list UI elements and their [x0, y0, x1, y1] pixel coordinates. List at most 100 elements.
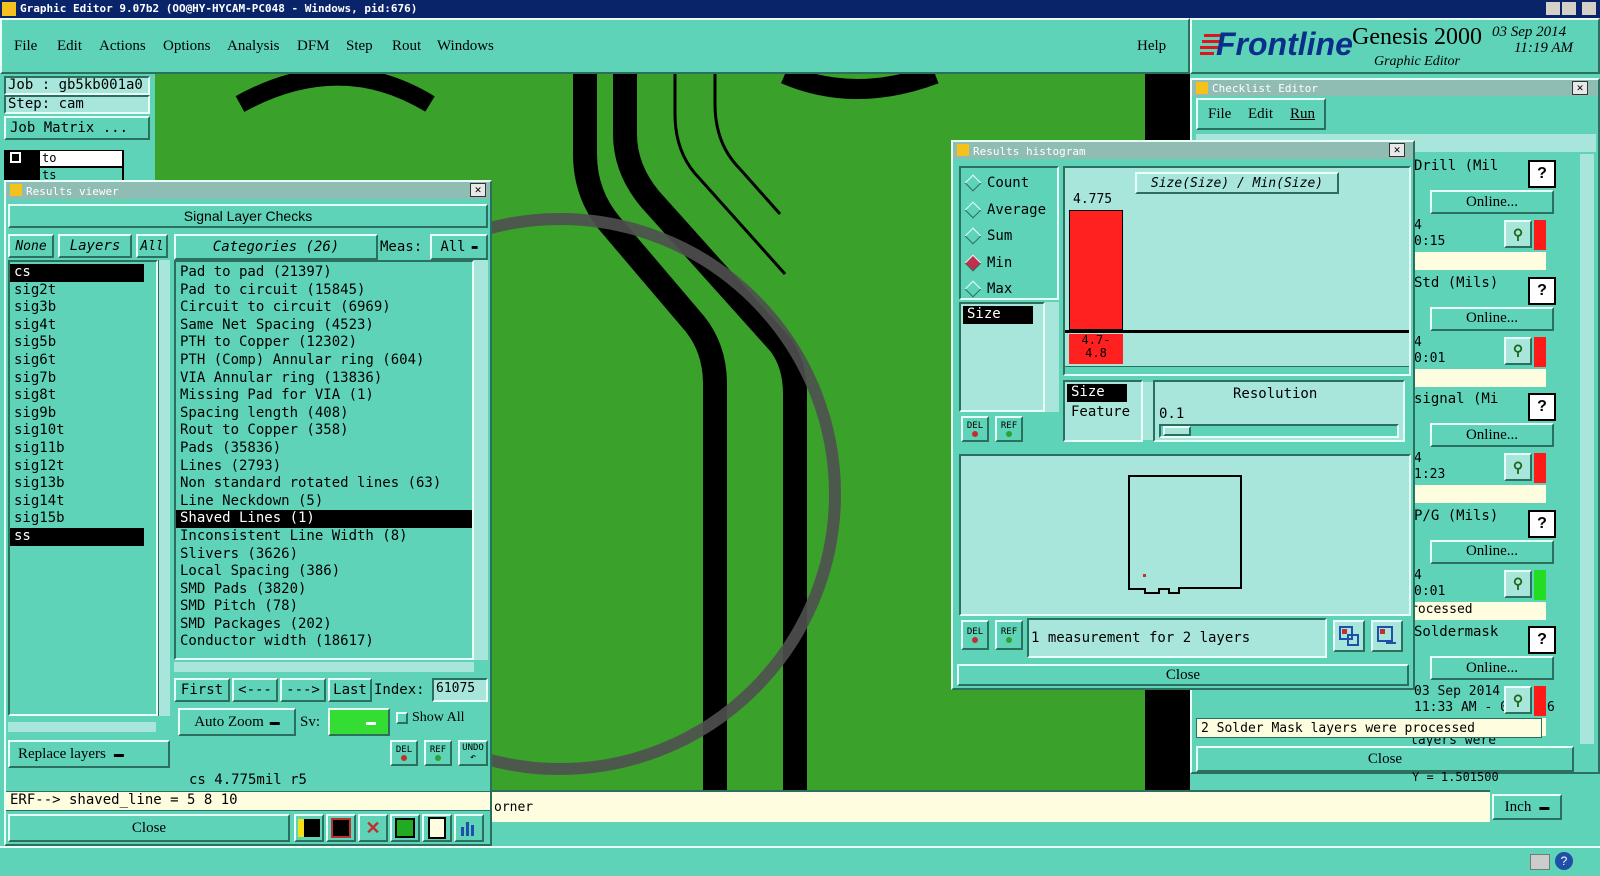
layer-item[interactable]: sig6t [10, 352, 144, 370]
category-item[interactable]: Inconsistent Line Width (8) [176, 528, 472, 546]
auto-zoom-dropdown[interactable]: Auto Zoom ▬ [178, 708, 296, 736]
layer-item[interactable]: sig13b [10, 475, 144, 493]
slider-thumb[interactable] [1163, 426, 1191, 436]
layer-checkbox[interactable] [10, 152, 21, 163]
checklist-close-icon[interactable]: ✕ [1572, 81, 1588, 95]
menu-windows[interactable]: Windows [437, 20, 494, 72]
zoom-in-icon[interactable]: ⚲ [1504, 686, 1532, 715]
checklist-help-button[interactable]: ? [1528, 626, 1556, 655]
category-item[interactable]: Rout to Copper (358) [176, 422, 472, 440]
report-icon[interactable] [422, 814, 452, 842]
meas-dropdown[interactable]: All ▬ [430, 234, 488, 260]
checklist-help-button[interactable]: ? [1528, 276, 1556, 305]
layer-item[interactable]: sig4t [10, 317, 144, 335]
checklist-online-button[interactable]: Online... [1430, 539, 1554, 564]
categories-hscroll[interactable] [174, 662, 474, 672]
category-item[interactable]: SMD Packages (202) [176, 616, 472, 634]
chart-icon[interactable] [454, 814, 484, 842]
checklist-help-button[interactable]: ? [1528, 393, 1556, 422]
layer-item[interactable]: sig9b [10, 405, 144, 423]
category-item[interactable]: Local Spacing (386) [176, 563, 472, 581]
menu-analysis[interactable]: Analysis [227, 20, 280, 72]
layers-list-hscroll[interactable] [8, 722, 156, 732]
preview-del-button[interactable]: DEL [961, 620, 989, 650]
checklist-scrollbar[interactable] [1580, 154, 1594, 744]
layer-item[interactable]: sig3b [10, 299, 144, 317]
category-item[interactable]: Non standard rotated lines (63) [176, 475, 472, 493]
menu-help[interactable]: Help [1137, 20, 1166, 72]
close-window-button[interactable] [1582, 2, 1596, 15]
histogram-close-icon[interactable]: ✕ [1389, 143, 1405, 157]
category-item[interactable]: SMD Pads (3820) [176, 581, 472, 599]
viewer-close-icon[interactable]: ✕ [470, 183, 486, 197]
job-matrix-button[interactable]: Job Matrix ... [4, 116, 150, 140]
category-item[interactable]: PTH to Copper (12302) [176, 334, 472, 352]
fix-icon[interactable] [390, 814, 420, 842]
viewer-ref-button[interactable]: REF [424, 740, 452, 766]
checklist-online-button[interactable]: Online... [1430, 190, 1554, 214]
layer-item[interactable]: ss [10, 527, 144, 546]
layers-title-button[interactable]: Layers [58, 234, 132, 258]
index-input[interactable]: 61075 [432, 678, 488, 702]
menu-actions[interactable]: Actions [99, 20, 146, 72]
resolution-slider[interactable] [1159, 424, 1399, 438]
category-item[interactable]: Slivers (3626) [176, 546, 472, 564]
viewer-del-button[interactable]: DEL [390, 740, 418, 766]
category-item[interactable]: Pad to circuit (15845) [176, 282, 472, 300]
checklist-online-button[interactable]: Online... [1430, 423, 1554, 448]
menu-options[interactable]: Options [163, 20, 211, 72]
layer-item[interactable]: cs [10, 264, 144, 282]
zoom-feature-icon[interactable] [1333, 620, 1365, 652]
layer-item[interactable]: sig11b [10, 440, 144, 458]
zoom-in-icon[interactable]: ⚲ [1504, 336, 1532, 365]
layer-item[interactable]: sig7b [10, 370, 144, 388]
maximize-button[interactable] [1562, 2, 1576, 15]
nav-prev-button[interactable]: <--- [232, 678, 278, 702]
checklist-help-button[interactable]: ? [1528, 160, 1556, 188]
zoom-in-icon[interactable]: ⚲ [1504, 220, 1532, 248]
layer-item[interactable]: sig12t [10, 458, 144, 476]
layer-item[interactable]: sig15b [10, 510, 144, 528]
sv-color-dropdown[interactable]: ▬ [328, 708, 390, 736]
layer-item[interactable]: sig2t [10, 282, 144, 300]
menu-file[interactable]: File [14, 20, 37, 72]
menu-dfm[interactable]: DFM [297, 20, 330, 72]
keyboard-icon[interactable] [1530, 854, 1550, 870]
preview-ref-button[interactable]: REF [995, 620, 1023, 650]
category-item[interactable]: SMD Pitch (78) [176, 598, 472, 616]
category-item[interactable]: PTH (Comp) Annular ring (604) [176, 352, 472, 370]
category-item[interactable]: Missing Pad for VIA (1) [176, 387, 472, 405]
category-item[interactable]: Lines (2793) [176, 458, 472, 476]
checklist-online-button[interactable]: Online... [1430, 656, 1554, 681]
category-item[interactable]: Conductor width (18617) [176, 633, 472, 651]
category-item[interactable]: Line Neckdown (5) [176, 493, 472, 511]
checklist-help-button[interactable]: ? [1528, 509, 1556, 538]
categories-vscroll[interactable] [474, 260, 488, 660]
measure-icon[interactable] [326, 814, 356, 842]
attr-list-scrollbar[interactable] [1045, 302, 1059, 412]
menu-edit[interactable]: Edit [57, 20, 82, 72]
category-item[interactable]: Same Net Spacing (4523) [176, 317, 472, 335]
viewer-close-button[interactable]: Close [8, 814, 290, 842]
category-item[interactable]: Pad to pad (21397) [176, 264, 472, 282]
layers-none-button[interactable]: None [8, 234, 54, 258]
category-item[interactable]: Pads (35836) [176, 440, 472, 458]
nav-next-button[interactable]: ---> [280, 678, 326, 702]
nav-last-button[interactable]: Last [328, 678, 372, 702]
minimize-button[interactable] [1546, 2, 1560, 15]
layer-item[interactable]: sig8t [10, 387, 144, 405]
layers-all-button[interactable]: All [136, 234, 168, 258]
categories-header[interactable]: Categories (26) [174, 234, 378, 260]
nav-first-button[interactable]: First [174, 678, 230, 702]
hist-del-button[interactable]: DEL [961, 416, 989, 442]
mode-option-min[interactable]: Min [964, 250, 1055, 277]
mode-option-sum[interactable]: Sum [964, 223, 1055, 250]
size-option[interactable]: Size [1067, 384, 1127, 402]
mode-option-max[interactable]: Max [964, 276, 1055, 303]
show-all-checkbox[interactable] [396, 712, 408, 724]
checklist-menu-run[interactable]: Run [1290, 106, 1315, 123]
category-item[interactable]: VIA Annular ring (13836) [176, 370, 472, 388]
highlight-icon[interactable] [294, 814, 324, 842]
category-item[interactable]: Spacing length (408) [176, 405, 472, 423]
attr-item-size[interactable]: Size [963, 306, 1033, 324]
